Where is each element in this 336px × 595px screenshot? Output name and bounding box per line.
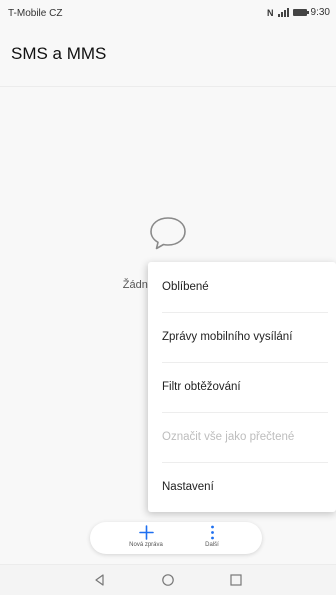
- overflow-menu: Oblíbené Zprávy mobilního vysílání Filtr…: [148, 262, 336, 512]
- status-bar: T-Mobile CZ N 9:30: [0, 0, 336, 26]
- more-button[interactable]: Další: [182, 524, 242, 552]
- back-icon[interactable]: [92, 572, 108, 588]
- nfc-icon: N: [267, 7, 274, 18]
- clock: 9:30: [310, 7, 330, 18]
- new-message-button[interactable]: Nová zpráva: [116, 524, 176, 552]
- system-navbar: [0, 564, 336, 595]
- menu-item-settings[interactable]: Nastavení: [148, 462, 336, 512]
- menu-item-cell-broadcast[interactable]: Zprávy mobilního vysílání: [148, 312, 336, 362]
- battery-icon: [292, 9, 309, 16]
- signal-icon: [277, 8, 289, 17]
- status-icons: N 9:30: [267, 7, 330, 18]
- more-vert-icon: [210, 525, 214, 540]
- header-divider: [0, 86, 336, 87]
- menu-item-favorites[interactable]: Oblíbené: [148, 262, 336, 312]
- plus-icon: [138, 525, 154, 540]
- page-title: SMS a MMS: [11, 44, 107, 63]
- more-label: Další: [205, 542, 219, 548]
- recents-icon[interactable]: [228, 572, 244, 588]
- carrier-name: T-Mobile CZ: [8, 8, 63, 19]
- chat-bubble-icon: [150, 217, 186, 250]
- menu-item-spam-filter[interactable]: Filtr obtěžování: [148, 362, 336, 412]
- bottom-action-bar: Nová zpráva Další: [90, 522, 262, 554]
- new-message-label: Nová zpráva: [129, 542, 163, 548]
- menu-item-mark-all-read[interactable]: Označit vše jako přečtené: [148, 412, 336, 462]
- home-icon[interactable]: [160, 572, 176, 588]
